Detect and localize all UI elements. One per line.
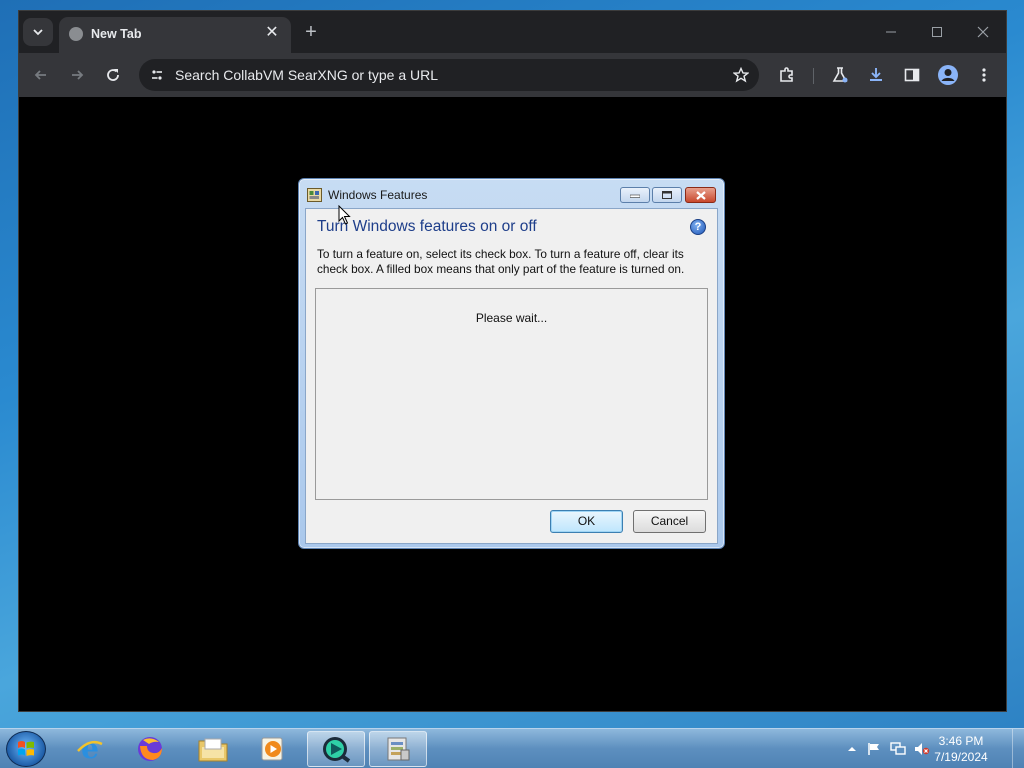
taskbar: e 3:46 PM 7/19/2024 — [0, 728, 1024, 768]
flask-icon — [832, 67, 848, 83]
ok-button[interactable]: OK — [550, 510, 623, 533]
side-panel-button[interactable] — [899, 62, 925, 88]
minimize-button[interactable] — [871, 19, 911, 45]
help-icon[interactable]: ? — [690, 219, 706, 235]
minimize-icon — [630, 194, 640, 198]
taskbar-active-app[interactable] — [307, 731, 365, 767]
address-bar[interactable]: Search CollabVM SearXNG or type a URL — [139, 59, 759, 91]
back-button[interactable] — [28, 62, 54, 88]
close-window-button[interactable] — [963, 19, 1003, 45]
start-button[interactable] — [6, 731, 46, 767]
globe-icon — [69, 27, 83, 41]
dialog-description: To turn a feature on, select its check b… — [317, 247, 685, 276]
labs-button[interactable] — [827, 62, 853, 88]
app-logo-icon — [323, 737, 351, 763]
downloads-button[interactable] — [863, 62, 889, 88]
restore-icon — [662, 191, 672, 199]
folder-icon — [198, 738, 228, 762]
action-center-flag-icon[interactable] — [866, 741, 882, 757]
mouse-cursor-icon — [338, 205, 351, 225]
windows-features-icon — [387, 737, 410, 761]
chevron-up-icon — [848, 747, 856, 751]
tab-search-button[interactable] — [23, 18, 53, 46]
taskbar-windows-explorer[interactable] — [184, 731, 242, 767]
site-info-icon[interactable] — [149, 67, 165, 83]
dialog-content: Turn Windows features on or off ? To tur… — [305, 208, 718, 544]
network-icon[interactable] — [890, 741, 906, 757]
taskbar-windows-features[interactable] — [369, 731, 427, 767]
tab-title: New Tab — [91, 27, 142, 41]
puzzle-icon — [780, 67, 793, 82]
taskbar-internet-explorer[interactable]: e — [61, 731, 119, 767]
arrow-left-icon — [34, 70, 46, 80]
extensions-button[interactable] — [774, 62, 800, 88]
taskbar-firefox[interactable] — [121, 731, 179, 767]
internet-explorer-icon: e — [77, 734, 103, 764]
dialog-close-button[interactable] — [685, 187, 716, 203]
forward-button[interactable] — [64, 62, 90, 88]
profile-button[interactable] — [935, 62, 961, 88]
avatar-icon — [938, 65, 958, 85]
maximize-button[interactable] — [917, 19, 957, 45]
show-hidden-icons-button[interactable] — [844, 741, 860, 757]
features-tree-list[interactable]: Please wait... — [315, 288, 708, 500]
tab-strip: New Tab ✕ + — [19, 11, 1006, 53]
clock-time[interactable]: 3:46 PM — [922, 734, 1000, 748]
browser-toolbar: Search CollabVM SearXNG or type a URL — [19, 53, 1006, 97]
chevron-down-icon — [33, 29, 43, 36]
menu-button[interactable] — [971, 62, 997, 88]
address-bar-text: Search CollabVM SearXNG or type a URL — [175, 67, 438, 83]
tab-new-tab[interactable]: New Tab ✕ — [59, 17, 291, 53]
show-desktop-button[interactable] — [1012, 729, 1024, 768]
svg-text:e: e — [81, 734, 99, 764]
dialog-minimize-button[interactable] — [620, 187, 650, 203]
tab-close-icon[interactable]: ✕ — [263, 24, 281, 42]
loading-text: Please wait... — [475, 311, 548, 325]
media-player-icon — [261, 737, 283, 761]
taskbar-media-player[interactable] — [244, 731, 302, 767]
reload-icon — [107, 69, 119, 81]
toolbar-separator — [813, 68, 814, 84]
side-panel-icon — [904, 68, 920, 82]
download-icon — [870, 68, 882, 81]
minimize-icon — [886, 31, 896, 33]
clock-date[interactable]: 7/19/2024 — [922, 750, 1000, 764]
new-tab-button[interactable]: + — [299, 21, 323, 45]
reload-button[interactable] — [100, 62, 126, 88]
windows-logo-icon — [18, 741, 34, 756]
firefox-icon — [138, 737, 162, 761]
dialog-maximize-button[interactable] — [652, 187, 682, 203]
windows-features-dialog: Windows Features Turn Windows features o… — [298, 178, 725, 549]
close-icon — [977, 26, 989, 38]
maximize-icon — [932, 27, 942, 37]
arrow-right-icon — [72, 70, 84, 80]
kebab-menu-icon — [982, 68, 986, 82]
close-icon — [695, 190, 706, 200]
windows-features-icon — [307, 188, 322, 202]
bookmark-star-icon[interactable] — [731, 65, 751, 85]
cancel-button[interactable]: Cancel — [633, 510, 706, 533]
dialog-title: Windows Features — [328, 188, 428, 202]
